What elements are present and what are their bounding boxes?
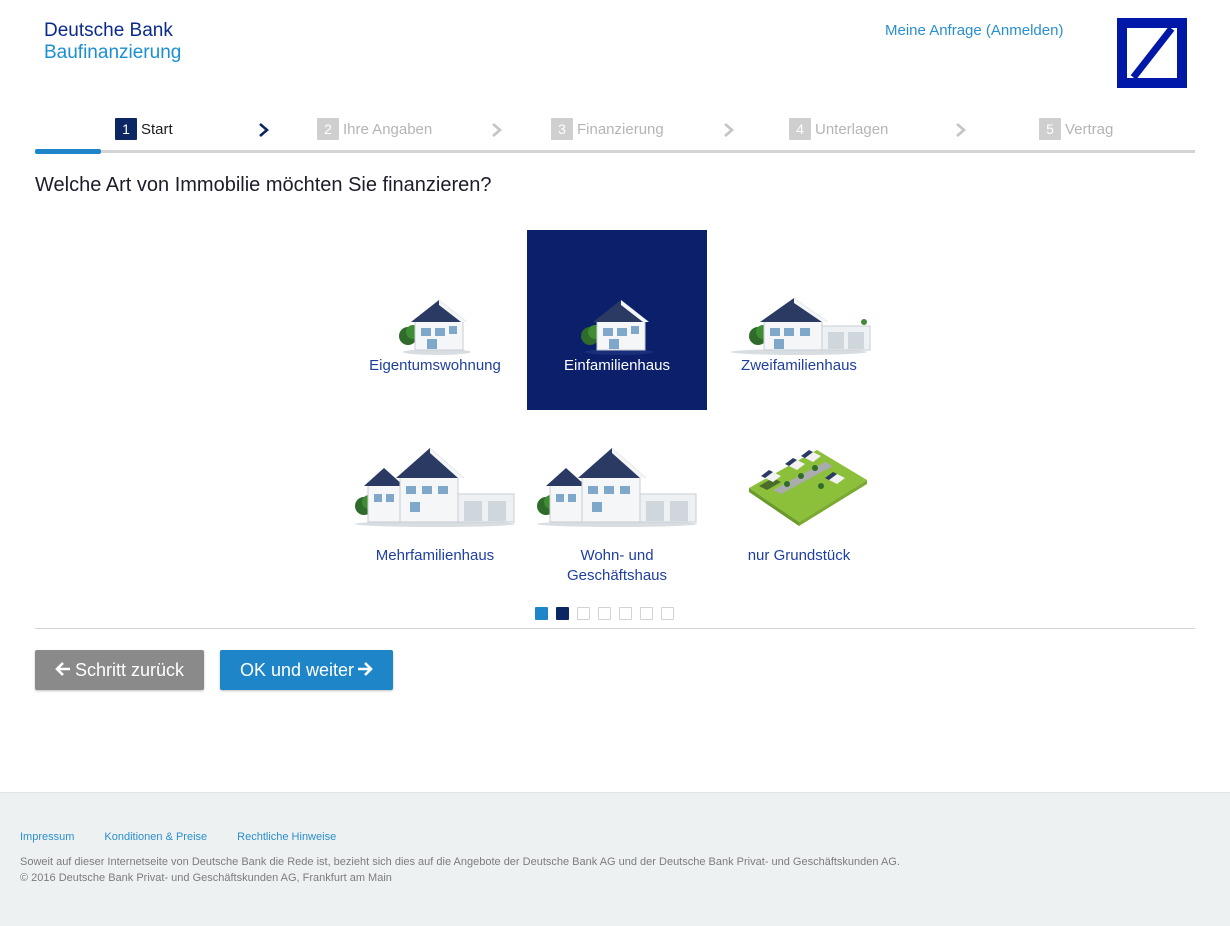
brand-line-2: Baufinanzierung — [44, 42, 182, 63]
step-finanzierung: 3 Finanzierung — [551, 118, 664, 140]
page-question: Welche Art von Immobilie möchten Sie fin… — [35, 174, 492, 196]
option-label-line-2: Geschäftshaus — [566, 567, 668, 584]
back-button[interactable]: Schritt zurück — [35, 650, 204, 690]
step-unterlagen: 4 Unterlagen — [789, 118, 888, 140]
progress-track — [35, 150, 1195, 153]
step-label: Vertrag — [1065, 120, 1114, 138]
apartment-house-icon — [345, 278, 525, 356]
brand-line-1: Deutsche Bank — [44, 20, 173, 41]
option-label: Wohn- und Geschäftshaus — [527, 546, 707, 586]
progress-dot — [640, 607, 653, 620]
login-link[interactable]: Meine Anfrage (Anmelden) — [885, 22, 1063, 39]
step-label: Unterlagen — [815, 120, 889, 138]
divider — [35, 628, 1195, 629]
brand-title: Deutsche Bank Baufinanzierung — [44, 20, 181, 64]
footer-links: Impressum Konditionen & Preise Rechtlich… — [20, 831, 336, 843]
single-family-house-icon — [527, 278, 707, 356]
progress-dot — [661, 607, 674, 620]
option-label: nur Grundstück — [747, 547, 851, 564]
progress-dot — [598, 607, 611, 620]
step-number: 5 — [1039, 118, 1061, 140]
arrow-right-icon — [357, 660, 373, 681]
chevron-right-icon — [257, 120, 271, 140]
option-nur-grundstueck[interactable]: nur Grundstück — [709, 420, 889, 600]
footer: Impressum Konditionen & Preise Rechtlich… — [0, 792, 1230, 926]
progress-track-fill — [35, 149, 101, 154]
option-label: Zweifamilienhaus — [741, 357, 857, 374]
arrow-left-icon — [55, 660, 71, 681]
progress-dot-completed — [535, 607, 548, 620]
step-ihre-angaben: 2 Ihre Angaben — [317, 118, 432, 140]
progress-stepper: 1 Start 2 Ihre Angaben 3 Finanzierung 4 … — [35, 112, 1195, 156]
footer-link-rechtliche-hinweise[interactable]: Rechtliche Hinweise — [237, 831, 336, 843]
land-plot-icon — [709, 450, 889, 528]
residential-commercial-house-icon — [527, 448, 707, 528]
step-number: 4 — [789, 118, 811, 140]
footer-note: Soweit auf dieser Internetseite von Deut… — [20, 854, 900, 886]
step-start: 1 Start — [115, 118, 173, 140]
option-label-line-1: Wohn- und — [580, 547, 654, 564]
progress-dot-current — [556, 607, 569, 620]
step-vertrag: 5 Vertrag — [1039, 118, 1113, 140]
option-label: Einfamilienhaus — [564, 357, 670, 374]
deutsche-bank-logo-icon — [1117, 18, 1187, 88]
progress-dots — [535, 607, 674, 620]
progress-dot — [619, 607, 632, 620]
option-label: Eigentumswohnung — [369, 357, 501, 374]
option-label: Mehrfamilienhaus — [375, 547, 495, 564]
option-mehrfamilienhaus[interactable]: Mehrfamilienhaus — [345, 420, 525, 600]
option-wohn-und-geschaeftshaus[interactable]: Wohn- und Geschäftshaus — [527, 420, 707, 600]
footer-note-2: © 2016 Deutsche Bank Privat- und Geschäf… — [20, 872, 392, 884]
option-zweifamilienhaus[interactable]: Zweifamilienhaus — [709, 230, 889, 410]
progress-dot — [577, 607, 590, 620]
step-label: Start — [141, 120, 173, 138]
multi-family-house-icon — [345, 448, 525, 528]
step-number: 2 — [317, 118, 339, 140]
step-label: Ihre Angaben — [343, 120, 433, 138]
step-number: 3 — [551, 118, 573, 140]
chevron-right-icon — [954, 120, 968, 140]
next-button[interactable]: OK und weiter — [220, 650, 393, 690]
footer-note-1: Soweit auf dieser Internetseite von Deut… — [20, 856, 900, 868]
step-label: Finanzierung — [577, 120, 664, 138]
back-button-label: Schritt zurück — [74, 659, 185, 680]
footer-link-konditionen[interactable]: Konditionen & Preise — [104, 831, 207, 843]
option-eigentumswohnung[interactable]: Eigentumswohnung — [345, 230, 525, 410]
footer-link-impressum[interactable]: Impressum — [20, 831, 74, 843]
chevron-right-icon — [490, 120, 504, 140]
option-einfamilienhaus[interactable]: Einfamilienhaus — [527, 230, 707, 410]
next-button-label: OK und weiter — [239, 659, 355, 680]
step-number: 1 — [115, 118, 137, 140]
chevron-right-icon — [722, 120, 736, 140]
two-family-house-icon — [709, 278, 889, 356]
